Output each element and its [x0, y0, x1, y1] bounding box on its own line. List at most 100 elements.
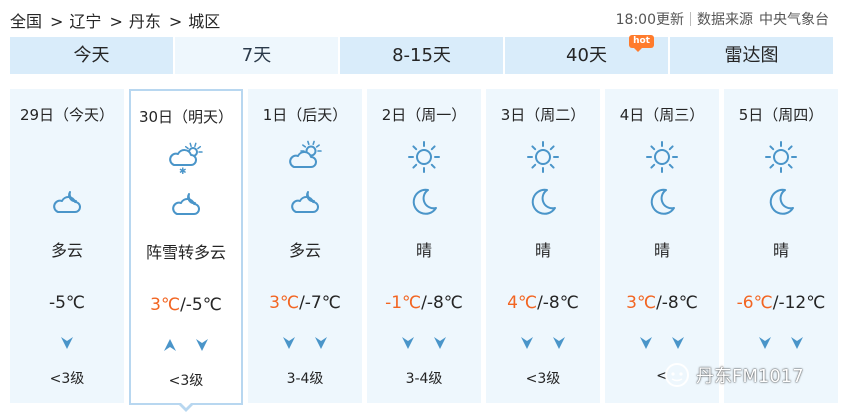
- wind-direction: [10, 335, 124, 351]
- breadcrumb-item-district: 城区: [188, 12, 221, 31]
- wind-arrow-down-icon: [59, 335, 75, 351]
- update-time: 18:00更新: [615, 12, 684, 28]
- weather-description: 晴: [415, 241, 432, 260]
- wind-direction: [724, 335, 838, 351]
- temperature-range: 3℃/-7℃: [248, 293, 362, 313]
- wind-arrow-down-icon: [551, 335, 567, 351]
- forecast-date: 3日（周二）: [500, 106, 586, 124]
- breadcrumb-separator: >: [168, 12, 183, 31]
- svg-text:✱: ✱: [179, 167, 187, 177]
- wind-level: 3-4级: [286, 371, 324, 387]
- breadcrumb-item-province[interactable]: 辽宁: [69, 12, 101, 31]
- forecast-date: 30日（明天）: [138, 108, 234, 126]
- temperature-low: -5℃: [185, 295, 222, 315]
- tab-label: 今天: [73, 45, 110, 66]
- wind-direction: [367, 335, 481, 351]
- temperature-range: 3℃/-8℃: [605, 293, 719, 313]
- wind-arrow-down-icon: [789, 335, 805, 351]
- snow-shower-icon: ✱: [168, 141, 204, 177]
- update-meta: 18:00更新 数据来源 中央气象台: [616, 9, 829, 29]
- weather-description: 晴: [653, 241, 670, 260]
- source-label: 数据来源: [697, 12, 753, 28]
- wind-direction: [131, 337, 241, 353]
- temperature-low: -7℃: [304, 293, 341, 313]
- forecast-date: 4日（周三）: [619, 106, 705, 124]
- moon-icon: [644, 184, 680, 220]
- forecast-day-card[interactable]: 29日（今天） 多云 -5℃ <3级: [10, 89, 124, 403]
- wind-arrow-down-icon: [670, 335, 686, 351]
- partly-cloudy-night-icon: [49, 184, 85, 220]
- tab-8-15-days[interactable]: 8-15天: [340, 37, 505, 74]
- temperature-range: -6℃/-12℃: [724, 293, 838, 313]
- top-bar: 全国 > 辽宁 > 丹东 > 城区 18:00更新 数据来源 中央气象台: [0, 0, 841, 36]
- wind-arrow-down-icon: [519, 335, 535, 351]
- watermark: 丹东FM1017: [664, 361, 804, 389]
- hot-badge: hot: [629, 35, 654, 52]
- sun-icon: [763, 139, 799, 175]
- weather-description: 多云: [50, 241, 83, 260]
- wind-level: <3级: [168, 373, 204, 389]
- wind-arrow-down-icon: [400, 335, 416, 351]
- seven-day-forecast: 29日（今天） 多云 -5℃ <3级 30日（明天） ✱ 阵雪转多云 3℃/-5℃ <3级 1日（…: [10, 89, 838, 412]
- wind-level: <3级: [49, 371, 85, 387]
- temperature-high: -1℃: [385, 293, 422, 313]
- temperature-range: 3℃/-5℃: [131, 295, 241, 315]
- weather-description: 晴: [772, 241, 789, 260]
- wind-arrow-down-icon: [313, 335, 329, 351]
- source-name: 中央气象台: [759, 12, 829, 28]
- wind-arrow-down-icon: [757, 335, 773, 351]
- forecast-day-card[interactable]: 2日（周一） 晴 -1℃/-8℃ 3-4级: [367, 89, 481, 403]
- forecast-date: 5日（周四）: [738, 106, 824, 124]
- breadcrumb-separator: >: [109, 12, 123, 31]
- forecast-day-card[interactable]: 3日（周二） 晴 4℃/-8℃ <3级: [486, 89, 600, 403]
- temperature-range: 4℃/-8℃: [486, 293, 600, 313]
- forecast-day-card[interactable]: 1日（后天） 多云 3℃/-7℃ 3-4级: [248, 89, 362, 403]
- forecast-day-card[interactable]: 4日（周三）晴 3℃/-8℃ <: [605, 89, 719, 403]
- partly-cloudy-night-icon: [168, 186, 204, 222]
- forecast-date: 29日（今天）: [19, 106, 115, 124]
- wind-level: 3-4级: [405, 371, 443, 387]
- forecast-day-card[interactable]: 5日（周四） 晴 -6℃/-12℃: [724, 89, 838, 403]
- wind-arrow-down-icon: [281, 335, 297, 351]
- temperature-low: -5℃: [48, 293, 86, 313]
- forecast-date: 2日（周一）: [381, 106, 467, 124]
- wechat-logo-icon: [665, 363, 689, 387]
- tab-label: 雷达图: [724, 45, 779, 66]
- breadcrumb-item-city[interactable]: 丹东: [129, 12, 161, 31]
- tab-radar[interactable]: 雷达图: [670, 37, 833, 74]
- wind-direction: [605, 335, 719, 351]
- temperature-low: -8℃: [426, 293, 463, 313]
- temperature-high: 4℃: [507, 293, 538, 313]
- sun-icon: [406, 139, 442, 175]
- tab-today[interactable]: 今天: [10, 37, 175, 74]
- tab-label: 7天: [241, 45, 272, 66]
- temperature-high: 3℃: [269, 293, 300, 313]
- temperature-range: -1℃/-8℃: [367, 293, 481, 313]
- temperature-high: 3℃: [626, 293, 657, 313]
- forecast-day-card[interactable]: 30日（明天） ✱ 阵雪转多云 3℃/-5℃ <3级: [129, 89, 243, 412]
- watermark-text: 丹东FM1017: [696, 366, 804, 387]
- wind-arrow-down-icon: [432, 335, 448, 351]
- tab-7-days[interactable]: 7天: [175, 37, 340, 74]
- weather-description: 阵雪转多云: [145, 243, 226, 262]
- temperature-high: -6℃: [736, 293, 773, 313]
- wind-arrow-up-icon: [162, 337, 178, 353]
- temperature-low: -8℃: [542, 293, 579, 313]
- moon-icon: [525, 184, 561, 220]
- wind-direction: [486, 335, 600, 351]
- wind-arrow-down-icon: [194, 337, 210, 353]
- tab-label: 8-15天: [392, 45, 451, 66]
- tab-label: 40天: [566, 45, 607, 66]
- breadcrumb-item-country[interactable]: 全国: [10, 12, 42, 31]
- forecast-date: 1日（后天）: [262, 106, 348, 124]
- tab-40-days[interactable]: 40天 hot: [505, 35, 670, 74]
- sun-icon: [644, 139, 680, 175]
- sun-icon: [525, 139, 561, 175]
- moon-icon: [406, 184, 442, 220]
- temperature-low: -12℃: [778, 293, 826, 313]
- forecast-tabs: 今天 7天 8-15天 40天 hot 雷达图: [10, 35, 833, 74]
- temperature-low: -8℃: [661, 293, 698, 313]
- partly-cloudy-night-icon: [287, 184, 323, 220]
- weather-description: 多云: [288, 241, 321, 260]
- wind-direction: [248, 335, 362, 351]
